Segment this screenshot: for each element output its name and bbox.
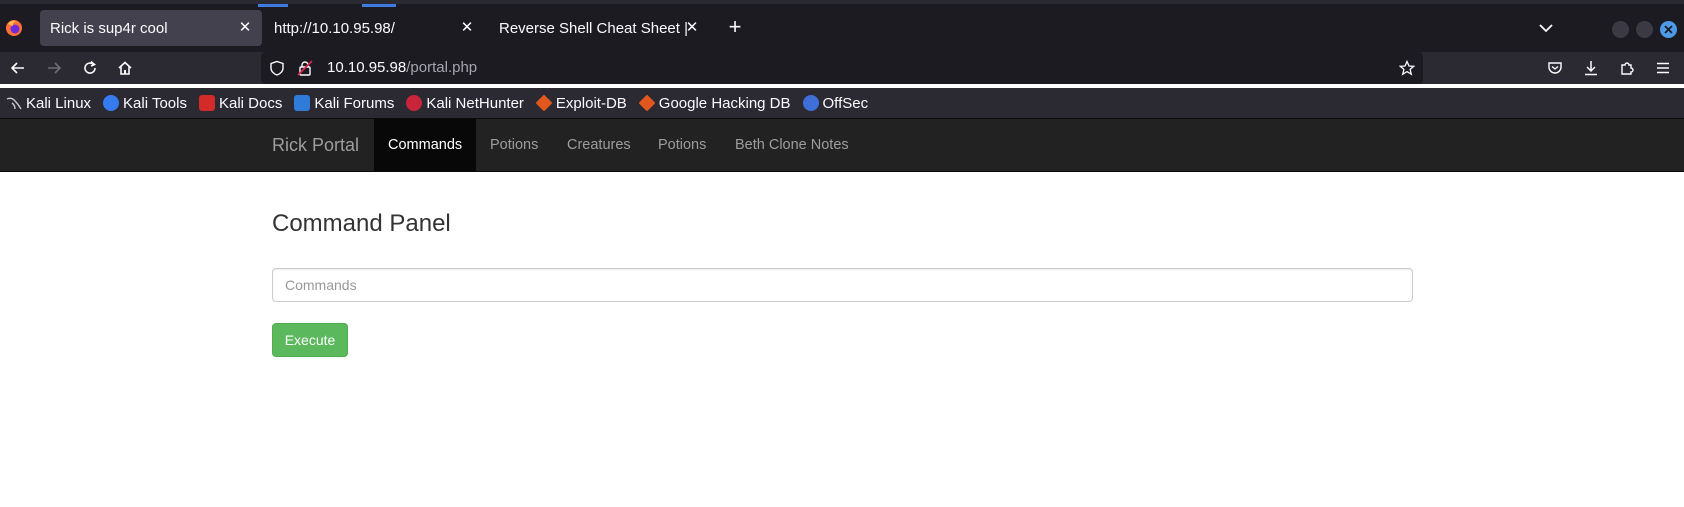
bookmark-label: Kali Docs [218, 94, 283, 112]
commands-input[interactable] [272, 268, 1413, 302]
bookmark-google-hacking-db[interactable]: Google Hacking DB [638, 94, 791, 112]
forward-button[interactable] [44, 58, 64, 78]
taskbar-indicator [362, 4, 396, 7]
puzzle-icon [1621, 62, 1634, 75]
url-path: /portal.php [406, 59, 478, 76]
firefox-icon[interactable] [4, 18, 24, 38]
nethunter-icon [406, 95, 423, 111]
reload-icon [84, 60, 96, 74]
page-title: Command Panel [272, 210, 451, 237]
nav-creatures[interactable]: Creatures [553, 119, 645, 171]
arrow-left-icon [10, 62, 24, 74]
ghdb-icon [638, 94, 656, 112]
bookmark-label: OffSec [822, 94, 869, 112]
tab-rick-is-sup4r-cool[interactable]: Rick is sup4r cool ✕ [40, 10, 262, 46]
close-icon [1664, 25, 1673, 34]
bookmark-label: Kali Linux [26, 94, 92, 112]
bookmark-kali-tools[interactable]: Kali Tools [103, 95, 187, 112]
insecure-lock-icon[interactable] [297, 60, 313, 76]
close-tab-icon[interactable]: ✕ [458, 19, 476, 37]
nav-commands[interactable]: Commands [374, 119, 477, 171]
bookmark-label: Kali NetHunter [426, 94, 524, 112]
site-navbar: Rick Portal Commands Potions Creatures P… [0, 119, 1684, 172]
back-button[interactable] [8, 58, 28, 78]
close-tab-icon[interactable]: ✕ [683, 19, 701, 37]
arrow-right-icon [48, 62, 62, 74]
execute-button[interactable]: Execute [272, 323, 348, 357]
maximize-button[interactable] [1636, 21, 1653, 38]
extensions-button[interactable] [1617, 58, 1637, 78]
bookmark-kali-linux[interactable]: Kali Linux [6, 95, 91, 112]
close-tab-icon[interactable]: ✕ [236, 19, 254, 37]
close-window-button[interactable] [1660, 21, 1677, 38]
pocket-icon [1548, 62, 1562, 74]
hamburger-menu-icon [1657, 62, 1669, 74]
kali-tools-icon [103, 95, 120, 111]
home-button[interactable] [115, 58, 135, 78]
pocket-button[interactable] [1545, 58, 1565, 78]
kali-docs-icon [198, 95, 215, 111]
menu-button[interactable] [1653, 58, 1673, 78]
nav-potions[interactable]: Potions [476, 119, 552, 171]
minimize-button[interactable] [1612, 21, 1629, 38]
url-bar[interactable]: 10.10.95.98/portal.php [261, 52, 1423, 84]
bookmark-label: Kali Forums [314, 94, 395, 112]
bookmark-label: Kali Tools [123, 94, 187, 112]
browser-navigation-toolbar: 10.10.95.98/portal.php [0, 52, 1684, 84]
nav-beth-clone-notes[interactable]: Beth Clone Notes [721, 119, 863, 171]
tab-title: Rick is sup4r cool [50, 19, 168, 37]
bookmark-offsec[interactable]: OffSec [802, 94, 869, 112]
bookmark-kali-docs[interactable]: Kali Docs [198, 94, 283, 112]
exploit-db-icon [535, 94, 553, 112]
bookmark-label: Exploit-DB [555, 94, 627, 112]
url-text[interactable]: 10.10.95.98/portal.php [327, 59, 477, 77]
downloads-button[interactable] [1581, 58, 1601, 78]
reload-button[interactable] [80, 58, 100, 78]
kali-forums-icon [294, 95, 311, 111]
bookmark-kali-nethunter[interactable]: Kali NetHunter [406, 95, 524, 112]
nav-potions-2[interactable]: Potions [644, 119, 720, 171]
taskbar-indicator [258, 4, 288, 7]
site-brand[interactable]: Rick Portal [272, 119, 359, 172]
bookmark-label: Google Hacking DB [658, 94, 791, 112]
kali-dragon-icon [6, 95, 22, 111]
star-icon[interactable] [1399, 60, 1415, 76]
chevron-down-icon[interactable] [1536, 18, 1556, 38]
tab-ip-address[interactable]: http://10.10.95.98/ ✕ [264, 10, 484, 46]
tab-title: Reverse Shell Cheat Sheet | p [499, 19, 691, 37]
tab-title: http://10.10.95.98/ [274, 19, 395, 37]
tab-reverse-shell-cheat-sheet[interactable]: Reverse Shell Cheat Sheet | p ✕ [489, 10, 709, 46]
url-host: 10.10.95.98 [327, 59, 407, 76]
download-icon [1585, 61, 1597, 76]
offsec-icon [802, 95, 819, 111]
shield-icon[interactable] [269, 60, 285, 76]
bookmark-kali-forums[interactable]: Kali Forums [294, 95, 394, 112]
new-tab-button[interactable]: + [725, 16, 745, 38]
bookmarks-toolbar: Kali Linux Kali Tools Kali Docs Kali For… [0, 88, 1684, 118]
browser-tab-bar: Rick is sup4r cool ✕ http://10.10.95.98/… [0, 0, 1684, 52]
bookmark-exploit-db[interactable]: Exploit-DB [535, 94, 627, 112]
home-icon [118, 61, 132, 75]
